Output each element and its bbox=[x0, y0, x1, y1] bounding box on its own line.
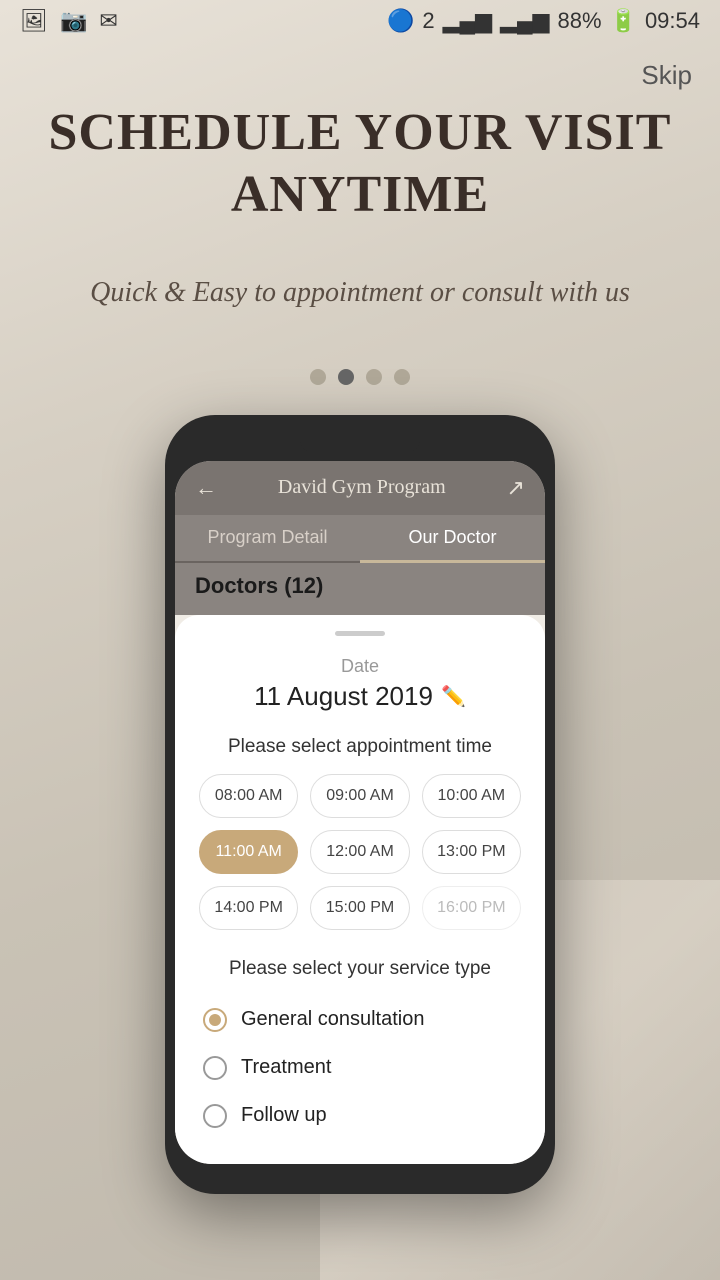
time-grid: 08:00 AM 09:00 AM 10:00 AM 11:00 AM 12:0… bbox=[199, 774, 521, 930]
dot-3[interactable] bbox=[366, 369, 382, 385]
phone-notch bbox=[300, 435, 420, 453]
service-general-label: General consultation bbox=[241, 1008, 424, 1031]
phone-nav: ← David Gym Program ↗ bbox=[175, 461, 545, 515]
service-treatment[interactable]: Treatment bbox=[199, 1044, 521, 1092]
dot-1[interactable] bbox=[310, 369, 326, 385]
service-section: Please select your service type General … bbox=[199, 958, 521, 1140]
bluetooth-icon: 🔵 bbox=[387, 8, 414, 34]
signal2-icon: ▂▄▆ bbox=[500, 8, 549, 34]
status-bar-right: 🔵 2 ▂▄▆ ▂▄▆ 88% 🔋 09:54 bbox=[387, 8, 700, 34]
carousel-dots bbox=[0, 369, 720, 385]
doctors-header: Doctors (12) bbox=[175, 563, 545, 615]
dot-2[interactable] bbox=[338, 369, 354, 385]
status-bar: 🖼 📷 ✉ 🔵 2 ▂▄▆ ▂▄▆ 88% 🔋 09:54 bbox=[0, 0, 720, 42]
time-section-title: Please select appointment time bbox=[199, 736, 521, 758]
service-followup-label: Follow up bbox=[241, 1104, 327, 1127]
pencil-icon[interactable]: ✏️ bbox=[441, 684, 466, 709]
share-icon[interactable]: ↗ bbox=[507, 475, 525, 501]
radio-followup[interactable] bbox=[203, 1104, 227, 1128]
message-icon: ✉ bbox=[99, 8, 117, 34]
dot-4[interactable] bbox=[394, 369, 410, 385]
battery-label: 88% bbox=[557, 8, 601, 34]
service-followup[interactable]: Follow up bbox=[199, 1092, 521, 1140]
time-1200[interactable]: 12:00 AM bbox=[310, 830, 409, 874]
service-treatment-label: Treatment bbox=[241, 1056, 331, 1079]
service-general[interactable]: General consultation bbox=[199, 996, 521, 1044]
time-label: 09:54 bbox=[645, 8, 700, 34]
status-bar-left: 🖼 📷 ✉ bbox=[20, 8, 118, 34]
radio-general[interactable] bbox=[203, 1008, 227, 1032]
sim-icon: 2 bbox=[422, 8, 434, 34]
date-value: 11 August 2019 ✏️ bbox=[199, 681, 521, 712]
back-icon[interactable]: ← bbox=[195, 475, 217, 501]
date-label: Date bbox=[199, 656, 521, 677]
phone-tabs: Program Detail Our Doctor bbox=[175, 515, 545, 563]
time-0800[interactable]: 08:00 AM bbox=[199, 774, 298, 818]
time-1400[interactable]: 14:00 PM bbox=[199, 886, 298, 930]
phone-screen: ← David Gym Program ↗ Program Detail Our… bbox=[175, 461, 545, 1164]
service-section-title: Please select your service type bbox=[199, 958, 521, 980]
nav-title: David Gym Program bbox=[278, 476, 446, 499]
tab-program-detail[interactable]: Program Detail bbox=[175, 515, 360, 561]
radio-treatment[interactable] bbox=[203, 1056, 227, 1080]
hero-title: SCHEDULE YOUR VISIT ANYTIME bbox=[40, 102, 680, 227]
phone-mockup: ← David Gym Program ↗ Program Detail Our… bbox=[165, 415, 555, 1194]
modal-handle bbox=[335, 631, 385, 636]
time-1300[interactable]: 13:00 PM bbox=[422, 830, 521, 874]
doctors-count: Doctors (12) bbox=[195, 573, 323, 598]
modal-sheet: Date 11 August 2019 ✏️ Please select app… bbox=[175, 615, 545, 1164]
time-1500[interactable]: 15:00 PM bbox=[310, 886, 409, 930]
date-text: 11 August 2019 bbox=[254, 681, 433, 712]
image-icon: 🖼 bbox=[20, 8, 48, 34]
time-1000[interactable]: 10:00 AM bbox=[422, 774, 521, 818]
battery-icon: 🔋 bbox=[610, 8, 637, 34]
hero-section: SCHEDULE YOUR VISIT ANYTIME Quick & Easy… bbox=[0, 42, 720, 329]
time-0900[interactable]: 09:00 AM bbox=[310, 774, 409, 818]
signal-icon: ▂▄▆ bbox=[443, 8, 492, 34]
skip-button[interactable]: Skip bbox=[641, 60, 692, 91]
time-1600: 16:00 PM bbox=[422, 886, 521, 930]
camera-icon: 📷 bbox=[60, 8, 87, 34]
phone-mockup-container: ← David Gym Program ↗ Program Detail Our… bbox=[0, 415, 720, 1194]
hero-subtitle: Quick & Easy to appointment or consult w… bbox=[40, 277, 680, 309]
time-1100[interactable]: 11:00 AM bbox=[199, 830, 298, 874]
tab-our-doctor[interactable]: Our Doctor bbox=[360, 515, 545, 563]
